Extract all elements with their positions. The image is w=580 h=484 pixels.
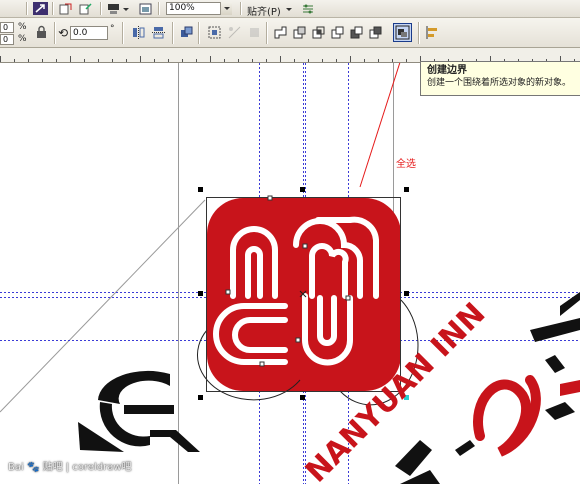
- rotation-angle-unit: °: [110, 24, 115, 34]
- group-icon[interactable]: [178, 24, 195, 41]
- break-apart-icon[interactable]: [226, 24, 243, 41]
- standard-toolbar: 100% 贴齐(P): [0, 0, 580, 18]
- resize-handle[interactable]: [198, 291, 203, 296]
- drawing-canvas[interactable]: NANYUAN INN: [0, 63, 580, 484]
- ruler-ticks: [0, 56, 575, 62]
- scale-height-value: 0: [3, 35, 9, 44]
- annotation-label: 全选: [396, 159, 416, 170]
- lock-ratio-icon[interactable]: [33, 24, 50, 41]
- launch-icon[interactable]: [33, 2, 48, 15]
- resize-handle[interactable]: [300, 187, 305, 192]
- rotation-angle-field[interactable]: 0.0: [70, 26, 108, 40]
- resize-handle[interactable]: [198, 395, 203, 400]
- welcome-screen-icon[interactable]: [138, 2, 153, 15]
- chevron-down-icon[interactable]: [284, 2, 294, 15]
- trim-icon[interactable]: [291, 24, 308, 41]
- scale-height-field[interactable]: 0: [0, 34, 14, 45]
- chevron-down-icon[interactable]: [220, 2, 232, 15]
- toolbar-separator: [54, 22, 55, 44]
- export-icon[interactable]: [78, 2, 93, 15]
- front-minus-back-icon[interactable]: [348, 24, 365, 41]
- toolbar-separator: [172, 22, 173, 44]
- scale-width-unit: %: [18, 22, 27, 32]
- tooltip: 创建边界 创建一个围绕着所选对象的新对象。: [420, 61, 580, 96]
- simplify-icon[interactable]: [329, 24, 346, 41]
- resize-handle[interactable]: [300, 395, 305, 400]
- zoom-level-select[interactable]: 100%: [166, 2, 232, 15]
- scale-width-field[interactable]: 0: [0, 22, 14, 33]
- toolbar-separator: [418, 22, 419, 44]
- watermark: Bai 🐾 贴吧 | coreldraw吧: [8, 462, 132, 473]
- zoom-level-value: 100%: [169, 3, 195, 13]
- diagonal-construction-line: [0, 199, 206, 413]
- intersect-icon[interactable]: [310, 24, 327, 41]
- rotation-angle-value: 0.0: [73, 28, 88, 38]
- red-logo[interactable]: [197, 198, 419, 406]
- snap-to-menu[interactable]: 贴齐(P): [247, 3, 281, 18]
- tooltip-title: 创建边界: [427, 65, 467, 76]
- toolbar-separator: [122, 22, 123, 44]
- black-logo[interactable]: [78, 370, 200, 452]
- resize-handle[interactable]: [404, 291, 409, 296]
- mirror-vertical-icon[interactable]: [150, 24, 167, 41]
- mirror-horizontal-icon[interactable]: [130, 24, 147, 41]
- property-bar: 0 % 0 % ⟲ 0.0 °: [0, 18, 580, 48]
- toolbar-separator: [158, 2, 159, 15]
- toolbar-separator: [100, 2, 101, 15]
- align-icon[interactable]: [424, 24, 441, 41]
- toolbar-separator: [198, 22, 199, 44]
- import-icon[interactable]: [58, 2, 73, 15]
- toolbar-separator: [52, 2, 53, 15]
- resize-handle[interactable]: [198, 187, 203, 192]
- toolbar-separator: [266, 22, 267, 44]
- scale-height-unit: %: [18, 34, 27, 44]
- scale-width-value: 0: [3, 23, 9, 32]
- drawing-area[interactable]: NANYUAN INN: [0, 63, 580, 484]
- rotate-icon: ⟲: [58, 26, 69, 40]
- align-distribute-icon[interactable]: [206, 24, 223, 41]
- back-minus-front-icon[interactable]: [367, 24, 384, 41]
- options-icon[interactable]: [300, 2, 315, 15]
- toolbar-separator: [26, 2, 27, 15]
- application-launcher-icon[interactable]: [106, 2, 121, 15]
- chevron-down-icon[interactable]: [121, 2, 131, 15]
- snap-label: 贴齐(P): [247, 7, 281, 18]
- toolbar-separator: [240, 2, 241, 15]
- combine-icon[interactable]: [246, 24, 263, 41]
- resize-handle[interactable]: [404, 187, 409, 192]
- weld-icon[interactable]: [272, 24, 289, 41]
- tooltip-description: 创建一个围绕着所选对象的新对象。: [427, 78, 572, 88]
- create-boundary-button[interactable]: [393, 23, 412, 42]
